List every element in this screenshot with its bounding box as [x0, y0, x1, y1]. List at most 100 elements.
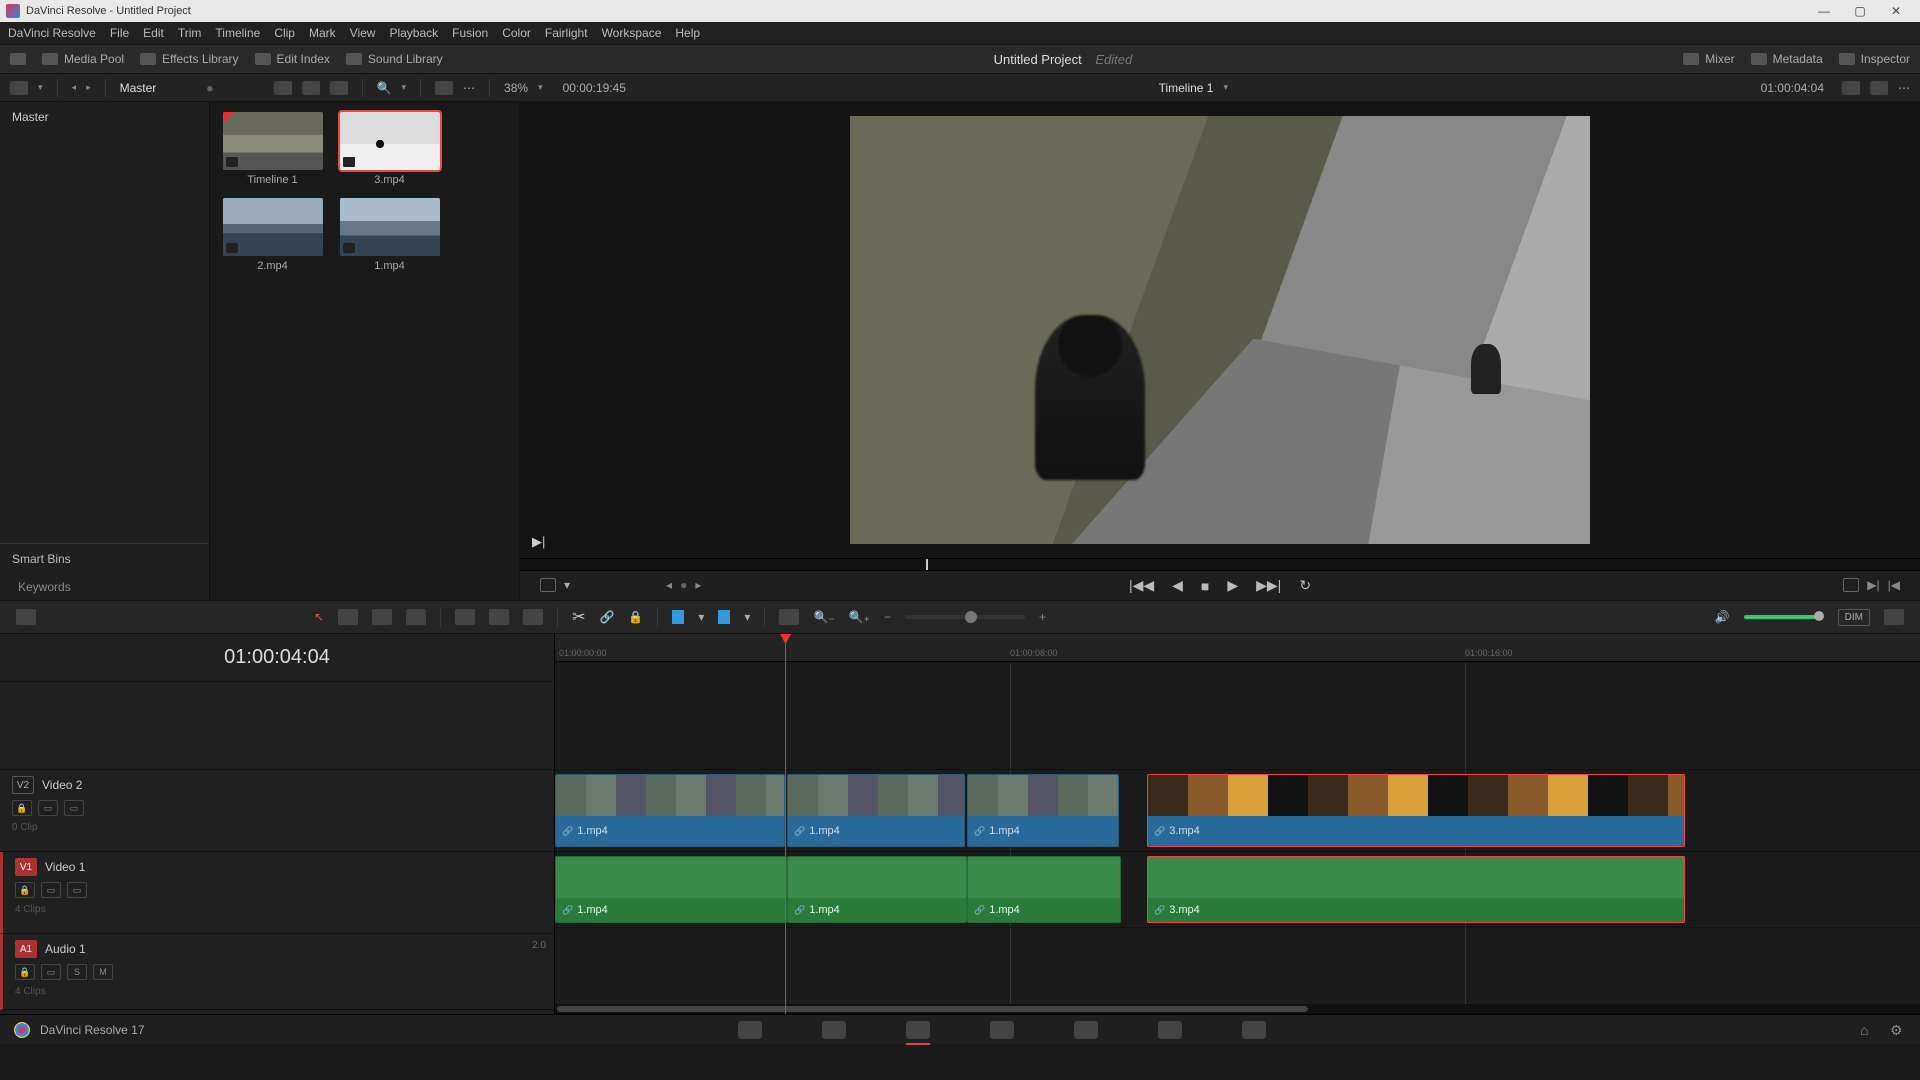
go-to-in-icon[interactable]: ▶| [1867, 578, 1879, 592]
match-frame-icon[interactable] [1843, 578, 1859, 592]
color-page-tab[interactable] [1074, 1021, 1098, 1039]
menu-playback[interactable]: Playback [389, 26, 438, 40]
v1-autoselect-icon[interactable]: ▭ [41, 882, 61, 898]
menu-mark[interactable]: Mark [309, 26, 336, 40]
timeline-name[interactable]: Timeline 1 [1159, 81, 1214, 95]
edit-index-toggle[interactable]: Edit Index [255, 52, 330, 66]
timeline-clip-selected[interactable]: 3.mp4 [1147, 774, 1685, 847]
thumb-view-icon[interactable] [274, 81, 292, 95]
selection-tool-icon[interactable]: ↖ [314, 610, 324, 624]
timeline-body[interactable]: 01:00:00:00 01:00:08:00 01:00:16:00 1.mp… [555, 634, 1920, 1014]
track-v2[interactable] [555, 682, 1920, 770]
v2-dest-toggle[interactable]: V2 [12, 776, 34, 794]
play-button[interactable]: ▶ [1227, 577, 1238, 594]
a1-solo-button[interactable]: S [67, 964, 87, 980]
clip-1mp4[interactable]: 1.mp4 [337, 198, 442, 272]
menu-fairlight[interactable]: Fairlight [545, 26, 588, 40]
timeline-timecode[interactable]: 01:00:04:04 [0, 634, 554, 682]
fusion-page-tab[interactable] [990, 1021, 1014, 1039]
overlay-dropdown[interactable]: ▾ [564, 578, 570, 592]
smart-bins-header[interactable]: Smart Bins [0, 543, 209, 574]
clip-thumbnail[interactable] [340, 198, 440, 256]
v2-lock-icon[interactable]: 🔒 [12, 800, 32, 816]
program-viewer[interactable]: ▶| [520, 102, 1920, 558]
keywords-bin[interactable]: Keywords [0, 574, 209, 600]
lock-icon[interactable]: 🔒 [628, 610, 643, 624]
replace-clip-icon[interactable] [523, 609, 543, 625]
first-frame-button[interactable]: |◀◀ [1129, 577, 1154, 594]
menu-clip[interactable]: Clip [274, 26, 295, 40]
flag-dropdown[interactable]: ▾ [698, 610, 704, 624]
insert-clip-icon[interactable] [455, 609, 475, 625]
v2-track-name[interactable]: Video 2 [42, 778, 82, 792]
prev-mark-icon[interactable]: ◂ [666, 578, 672, 592]
sort-icon[interactable] [435, 81, 453, 95]
v2-visible-icon[interactable]: ▭ [64, 800, 84, 816]
prev-frame-button[interactable]: ◀ [1172, 577, 1183, 594]
a1-dest-toggle[interactable]: A1 [15, 940, 37, 958]
clip-timeline-1[interactable]: Timeline 1 [220, 112, 325, 186]
timeline-zoom-slider[interactable] [905, 615, 1025, 619]
dynamic-trim-icon[interactable] [372, 609, 392, 625]
bin-name[interactable]: Master [120, 81, 157, 95]
menu-file[interactable]: File [110, 26, 129, 40]
menu-help[interactable]: Help [675, 26, 700, 40]
volume-icon[interactable]: 🔊 [1715, 610, 1730, 624]
a1-mute-button[interactable]: M [93, 964, 113, 980]
dim-button[interactable]: DIM [1838, 609, 1870, 626]
menu-view[interactable]: View [350, 26, 376, 40]
project-settings-icon[interactable]: ⚙ [1890, 1022, 1906, 1038]
sound-library-toggle[interactable]: Sound Library [346, 52, 443, 66]
flag-icon[interactable] [672, 610, 684, 624]
edit-page-tab[interactable] [906, 1021, 930, 1039]
track-a1[interactable]: 1.mp4 1.mp4 1.mp4 3.mp4 [555, 852, 1920, 928]
a1-lock-icon[interactable]: 🔒 [15, 964, 35, 980]
blade-icon[interactable]: ✂ [572, 607, 585, 627]
loop-button[interactable]: ↻ [1299, 577, 1311, 594]
timeline-clip[interactable]: 1.mp4 [967, 774, 1119, 847]
clip-2mp4[interactable]: 2.mp4 [220, 198, 325, 272]
nav-forward[interactable]: ▸ [86, 82, 91, 93]
track-v1[interactable]: 1.mp4 1.mp4 1.mp4 3.mp4 [555, 770, 1920, 852]
nav-back[interactable]: ◂ [72, 82, 77, 93]
menu-fusion[interactable]: Fusion [452, 26, 488, 40]
more-icon[interactable]: ⋯ [463, 81, 475, 95]
v2-autoselect-icon[interactable]: ▭ [38, 800, 58, 816]
overwrite-clip-icon[interactable] [489, 609, 509, 625]
a1-autoselect-icon[interactable]: ▭ [41, 964, 61, 980]
blade-tool-icon[interactable] [406, 609, 426, 625]
zoom-minus[interactable]: − [884, 610, 891, 624]
search-icon[interactable]: 🔍 [377, 81, 392, 95]
v1-lock-icon[interactable]: 🔒 [15, 882, 35, 898]
zoom-out-icon[interactable]: 🔍₋ [813, 610, 834, 624]
bypass-fx-icon[interactable] [1842, 81, 1860, 95]
sidebar-toggle-dropdown[interactable]: ▾ [38, 82, 43, 93]
skip-forward-icon[interactable]: ▶| [532, 534, 545, 550]
transform-overlay-icon[interactable] [540, 578, 556, 592]
v1-dest-toggle[interactable]: V1 [15, 858, 37, 876]
v1-track-name[interactable]: Video 1 [45, 860, 85, 874]
minimize-button[interactable]: — [1806, 0, 1842, 22]
meters-icon[interactable] [1884, 609, 1904, 625]
metadata-toggle[interactable]: Metadata [1751, 52, 1823, 66]
sidebar-toggle-icon[interactable] [10, 81, 28, 95]
close-button[interactable]: ✕ [1878, 0, 1914, 22]
media-page-tab[interactable] [738, 1021, 762, 1039]
playhead[interactable] [785, 634, 786, 1014]
clip-thumbnail[interactable] [223, 198, 323, 256]
search-dropdown[interactable]: ▾ [401, 82, 406, 93]
single-dual-viewer-icon[interactable] [1870, 81, 1888, 95]
timeline-audio-clip[interactable]: 1.mp4 [787, 856, 967, 923]
timeline-view-options-icon[interactable] [16, 609, 36, 625]
find-icon[interactable] [779, 609, 799, 625]
clip-thumbnail[interactable] [223, 112, 323, 170]
timeline-audio-clip-selected[interactable]: 3.mp4 [1147, 856, 1685, 923]
trim-tool-icon[interactable] [338, 609, 358, 625]
clip-thumbnail[interactable] [340, 112, 440, 170]
link-icon[interactable]: 🔗 [599, 610, 614, 624]
jog-bar[interactable] [520, 558, 1920, 570]
timeline-clip[interactable]: 1.mp4 [555, 774, 785, 847]
fullscreen-toggle[interactable] [10, 53, 26, 65]
volume-slider[interactable] [1744, 615, 1824, 619]
menu-trim[interactable]: Trim [178, 26, 202, 40]
